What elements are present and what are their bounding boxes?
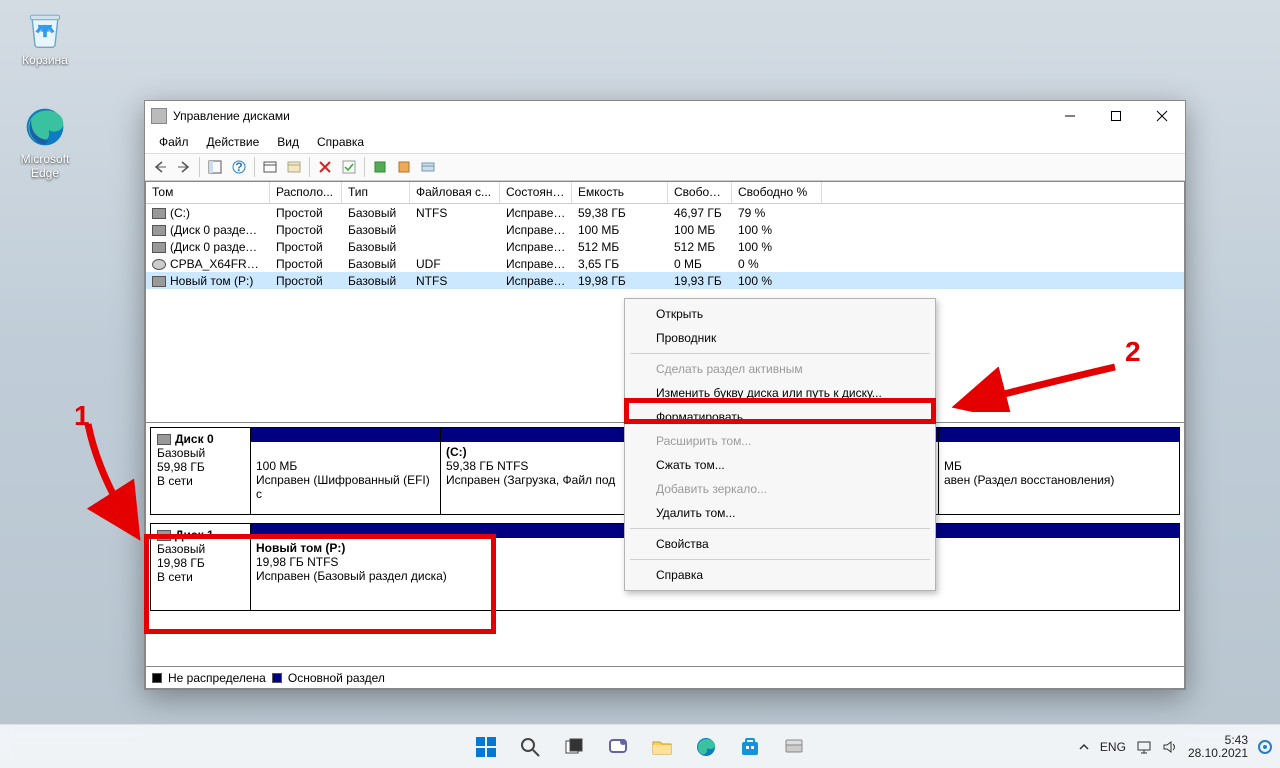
disk0-part2[interactable]: МБавен (Раздел восстановления) [939, 428, 1179, 514]
ctx-delete[interactable]: Удалить том... [628, 501, 932, 525]
menu-help[interactable]: Справка [309, 133, 372, 151]
toolbar: ? [145, 153, 1185, 181]
start-button[interactable] [467, 728, 505, 766]
col-free[interactable]: Свобод... [668, 182, 732, 203]
store-icon[interactable] [731, 728, 769, 766]
taskbar[interactable]: ENG 5:4328.10.2021 [0, 724, 1280, 768]
anno-1: 1 [74, 400, 90, 432]
legend: Не распределена Основной раздел [145, 667, 1185, 689]
col-status[interactable]: Состояние [500, 182, 572, 203]
col-volume[interactable]: Том [146, 182, 270, 203]
ctx-letter[interactable]: Изменить букву диска или путь к диску... [628, 381, 932, 405]
tray-lang[interactable]: ENG [1100, 740, 1126, 754]
diskmgmt-tb-icon[interactable] [775, 728, 813, 766]
tb-view3[interactable] [417, 156, 439, 178]
edge-icon[interactable] [687, 728, 725, 766]
close-button[interactable] [1139, 101, 1185, 131]
col-capacity[interactable]: Емкость [572, 182, 668, 203]
ctx-help[interactable]: Справка [628, 563, 932, 587]
tb-showhide[interactable] [204, 156, 226, 178]
tb-delete[interactable] [314, 156, 336, 178]
tray-notify-icon[interactable] [1258, 740, 1272, 754]
titlebar[interactable]: Управление дисками [145, 101, 1185, 131]
desktop-edge-label: Microsoft Edge [10, 152, 80, 180]
system-tray[interactable]: ENG 5:4328.10.2021 [1078, 734, 1272, 760]
ctx-props[interactable]: Свойства [628, 532, 932, 556]
desktop-recycle-bin[interactable]: Корзина [10, 6, 80, 67]
volume-row[interactable]: CPBA_X64FRE_RU-...ПростойБазовыйUDFИспра… [146, 255, 1184, 272]
col-type[interactable]: Тип [342, 182, 410, 203]
menu-file[interactable]: Файл [151, 133, 197, 151]
explorer-icon[interactable] [643, 728, 681, 766]
col-freepct[interactable]: Свободно % [732, 182, 822, 203]
ctx-open[interactable]: Открыть [628, 302, 932, 326]
col-fs[interactable]: Файловая с... [410, 182, 500, 203]
arrow-1 [78, 414, 148, 544]
disk0-label: Диск 0 Базовый 59,98 ГБ В сети [151, 428, 251, 514]
tb-rescan[interactable] [283, 156, 305, 178]
chat-icon[interactable] [599, 728, 637, 766]
desktop-edge[interactable]: Microsoft Edge [10, 105, 80, 180]
search-icon[interactable] [511, 728, 549, 766]
tb-refresh[interactable] [259, 156, 281, 178]
ctx-shrink[interactable]: Сжать том... [628, 453, 932, 477]
ctx-extend: Расширить том... [628, 429, 932, 453]
tb-forward[interactable] [173, 156, 195, 178]
volume-row[interactable]: (Диск 0 раздел 1)ПростойБазовыйИсправен.… [146, 221, 1184, 238]
tb-check[interactable] [338, 156, 360, 178]
tray-clock[interactable]: 5:4328.10.2021 [1188, 734, 1248, 760]
context-menu: Открыть Проводник Сделать раздел активны… [624, 298, 936, 591]
volume-row[interactable]: Новый том (P:)ПростойБазовыйNTFSИсправен… [146, 272, 1184, 289]
volume-row[interactable]: (Диск 0 раздел 4)ПростойБазовыйИсправен.… [146, 238, 1184, 255]
tb-view2[interactable] [393, 156, 415, 178]
desktop-recycle-label: Корзина [10, 53, 80, 67]
tray-network-icon[interactable] [1136, 740, 1152, 754]
ctx-active: Сделать раздел активным [628, 357, 932, 381]
menu-view[interactable]: Вид [269, 133, 307, 151]
menu-action[interactable]: Действие [199, 133, 268, 151]
taskview-icon[interactable] [555, 728, 593, 766]
tray-volume-icon[interactable] [1162, 740, 1178, 754]
svg-text:?: ? [235, 160, 242, 174]
volume-row[interactable]: (C:)ПростойБазовыйNTFSИсправен...59,38 Г… [146, 204, 1184, 221]
disk0-part0[interactable]: 100 МБИсправен (Шифрованный (EFI) с [251, 428, 441, 514]
app-icon [151, 108, 167, 124]
ctx-explorer[interactable]: Проводник [628, 326, 932, 350]
tb-help[interactable]: ? [228, 156, 250, 178]
menubar: Файл Действие Вид Справка [145, 131, 1185, 153]
tb-back[interactable] [149, 156, 171, 178]
disk1-label: Диск 1 Базовый 19,98 ГБ В сети [151, 524, 251, 610]
ctx-format[interactable]: Форматировать... [628, 405, 932, 429]
maximize-button[interactable] [1093, 101, 1139, 131]
ctx-mirror: Добавить зеркало... [628, 477, 932, 501]
tray-chevron-icon[interactable] [1078, 741, 1090, 753]
minimize-button[interactable] [1047, 101, 1093, 131]
tb-view1[interactable] [369, 156, 391, 178]
window-title: Управление дисками [173, 109, 1047, 123]
col-layout[interactable]: Располо... [270, 182, 342, 203]
